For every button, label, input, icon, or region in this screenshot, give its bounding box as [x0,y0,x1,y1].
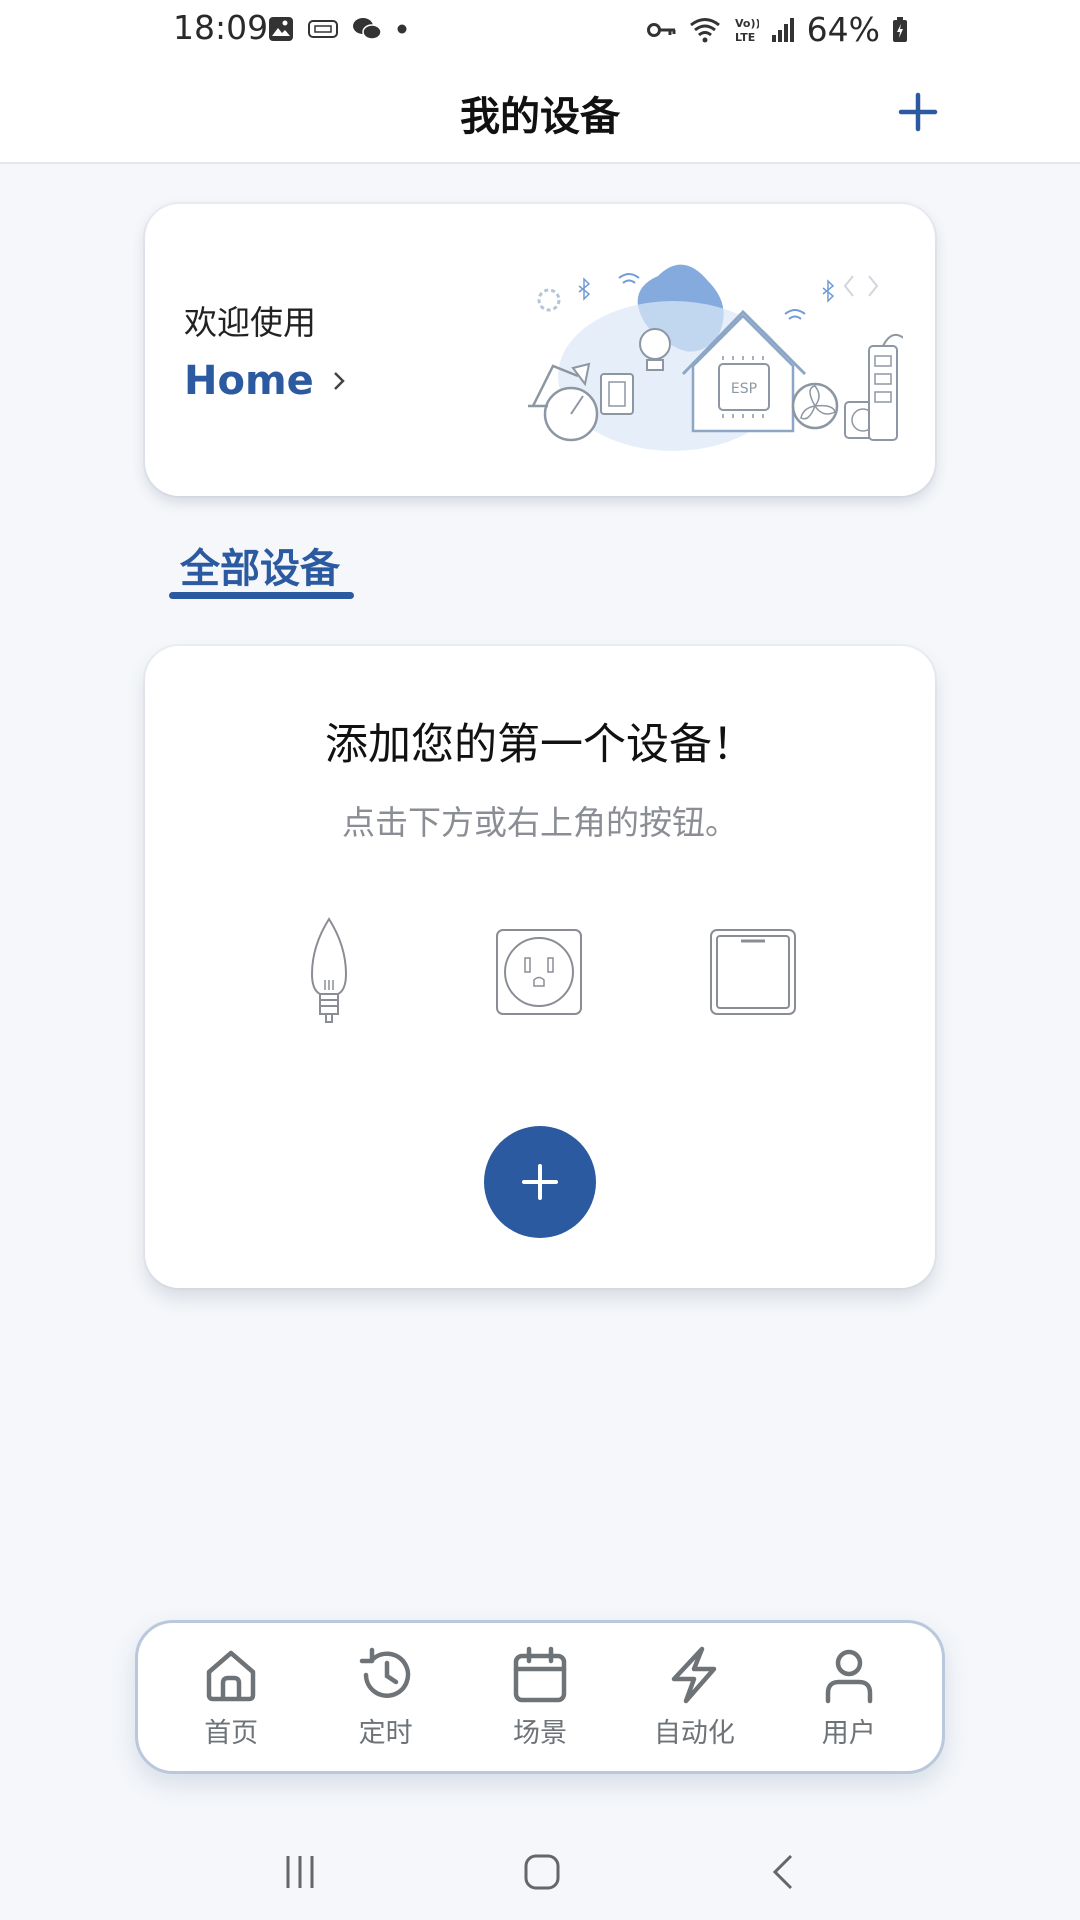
nav-item-home[interactable]: 首页 [166,1645,296,1750]
wifi-icon [689,17,720,42]
tape-icon [308,20,338,38]
tab-all-devices[interactable]: 全部设备 [169,536,354,600]
calendar-icon [513,1646,567,1702]
home-circle-icon [524,1854,560,1890]
plus-icon [522,1164,558,1200]
empty-state-title: 添加您的第一个设备！ [325,720,755,770]
nav-label-scenes: 场景 [512,1717,567,1749]
add-first-device-button[interactable] [484,1126,596,1238]
nav-item-user[interactable]: 用户 [784,1645,914,1750]
add-device-button[interactable] [888,82,948,142]
system-navigation-bar [0,1820,1080,1920]
app-header: 我的设备 [0,64,1080,164]
home-name: Home [184,358,314,404]
wechat-icon [353,18,382,40]
home-icon [206,1650,256,1701]
back-button[interactable] [755,1842,815,1902]
svg-text:LTE: LTE [735,31,755,44]
status-time: 18:09 [173,8,269,47]
dot-icon [397,24,407,34]
tab-active-indicator [169,592,354,599]
battery-icon [893,16,907,42]
user-icon [825,1649,872,1703]
vpn-key-icon [646,22,676,37]
history-icon [359,1647,410,1698]
welcome-card[interactable]: 欢迎使用 Home ESP [145,204,935,496]
status-system-icons: Vo)) LTE 64% [646,10,908,49]
nav-label-user: 用户 [821,1717,876,1749]
home-system-button[interactable] [512,1842,572,1902]
svg-text:Vo)): Vo)) [735,17,759,30]
image-notification-icon [269,17,293,41]
status-notification-icons [268,16,408,42]
lightning-icon [672,1646,717,1703]
svg-text:ESP: ESP [731,381,757,397]
empty-state-subtitle: 点击下方或右上角的按钮。 [342,803,738,842]
plus-icon [898,92,938,132]
app-screen: 18:09 Vo)) LTE 64% 我的设备 欢迎使用 Home ESP 全部… [0,0,1080,1920]
nav-label-home: 首页 [204,1717,259,1749]
signal-icon [771,17,794,42]
recent-apps-icon [286,1856,314,1888]
recent-apps-button[interactable] [270,1842,330,1902]
nav-item-timer[interactable]: 定时 [321,1645,451,1750]
empty-state-card: 添加您的第一个设备！ 点击下方或右上角的按钮。 [145,646,935,1288]
back-chevron-icon [772,1854,793,1890]
welcome-label: 欢迎使用 [184,303,316,342]
battery-percent: 64% [806,10,880,49]
tab-all-devices-label: 全部设备 [180,546,340,592]
nav-item-automation[interactable]: 自动化 [629,1645,759,1750]
nav-label-automation: 自动化 [653,1717,735,1749]
socket-icon [496,929,582,1015]
bottom-navigation: 首页 定时 场景 自动化 用户 [135,1620,945,1774]
status-bar: 18:09 Vo)) LTE 64% [0,0,1080,64]
smart-home-illustration: ESP [528,264,903,451]
home-selector[interactable]: Home [184,358,346,404]
nav-item-scenes[interactable]: 场景 [475,1645,605,1750]
volte-icon: Vo))LTE [735,17,759,44]
chevron-right-icon [333,372,345,390]
switch-icon [710,929,796,1015]
bulb-icon [310,917,348,1023]
nav-label-timer: 定时 [358,1717,413,1749]
